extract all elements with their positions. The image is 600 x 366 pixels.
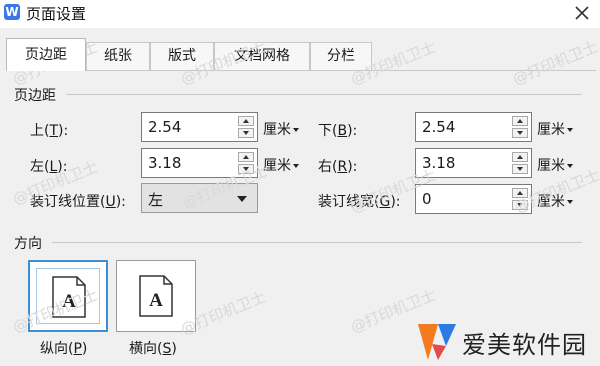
right-margin-value[interactable]: 3.18 xyxy=(422,154,455,172)
tab-margins[interactable]: 页边距 xyxy=(6,38,86,71)
top-margin-spinbox[interactable]: 2.54 xyxy=(141,112,258,142)
tab-divider xyxy=(6,70,596,71)
increment-button[interactable] xyxy=(238,116,254,126)
left-margin-unit-dropdown[interactable]: 厘米 xyxy=(263,155,299,175)
increment-button[interactable] xyxy=(238,152,254,162)
gutter-width-value[interactable]: 0 xyxy=(422,190,432,208)
title-bar: W 页面设置 xyxy=(0,0,600,28)
gutter-position-value: 左 xyxy=(148,191,164,209)
gutter-position-label: 装订线位置(U): xyxy=(30,194,126,210)
increment-button[interactable] xyxy=(512,188,528,198)
tab-columns[interactable]: 分栏 xyxy=(310,42,372,70)
brand-logo-icon xyxy=(418,324,456,360)
left-margin-value[interactable]: 3.18 xyxy=(148,154,181,172)
bottom-margin-spinbox[interactable]: 2.54 xyxy=(415,112,532,142)
svg-text:A: A xyxy=(149,290,163,311)
tab-document-grid[interactable]: 文档网格 xyxy=(214,42,310,70)
top-margin-unit-dropdown[interactable]: 厘米 xyxy=(263,119,299,139)
chevron-down-icon xyxy=(237,196,247,202)
top-margin-value[interactable]: 2.54 xyxy=(148,118,181,136)
decrement-button[interactable] xyxy=(238,128,254,138)
gutter-width-unit-dropdown[interactable]: 厘米 xyxy=(537,191,573,211)
margins-section-title: 页边距 xyxy=(14,88,56,104)
orientation-section-title: 方向 xyxy=(14,236,42,252)
increment-button[interactable] xyxy=(512,116,528,126)
portrait-page-icon: A xyxy=(52,276,86,318)
chevron-down-icon xyxy=(567,164,573,168)
watermark-text: @打印机卫士 xyxy=(510,37,600,89)
margins-section-rule xyxy=(66,94,582,95)
tab-layout[interactable]: 版式 xyxy=(150,42,214,70)
tab-paper[interactable]: 纸张 xyxy=(86,42,150,70)
chevron-down-icon xyxy=(567,200,573,204)
svg-text:A: A xyxy=(62,291,76,312)
decrement-button[interactable] xyxy=(512,128,528,138)
chevron-down-icon xyxy=(293,128,299,132)
right-margin-label: 右(R): xyxy=(318,159,358,175)
bottom-margin-unit-dropdown[interactable]: 厘米 xyxy=(537,119,573,139)
left-margin-spinbox[interactable]: 3.18 xyxy=(141,148,258,178)
gutter-position-select[interactable]: 左 xyxy=(141,183,258,213)
brand-watermark: 爱美软件园 xyxy=(412,318,600,366)
bottom-margin-label: 下(B): xyxy=(318,123,358,139)
decrement-button[interactable] xyxy=(512,200,528,210)
bottom-margin-value[interactable]: 2.54 xyxy=(422,118,455,136)
portrait-button[interactable]: A xyxy=(28,260,108,332)
gutter-width-label: 装订线宽(G): xyxy=(318,194,401,210)
orientation-section-rule xyxy=(52,242,582,243)
increment-button[interactable] xyxy=(512,152,528,162)
dialog-title: 页面设置 xyxy=(26,5,87,23)
portrait-label: 纵向(P) xyxy=(40,341,88,357)
right-margin-spinbox[interactable]: 3.18 xyxy=(415,148,532,178)
wps-app-icon: W xyxy=(4,4,20,20)
brand-name: 爱美软件园 xyxy=(462,331,587,359)
close-icon xyxy=(575,6,589,20)
chevron-down-icon xyxy=(293,164,299,168)
decrement-button[interactable] xyxy=(512,164,528,174)
chevron-down-icon xyxy=(567,128,573,132)
close-button[interactable] xyxy=(572,3,592,23)
right-margin-unit-dropdown[interactable]: 厘米 xyxy=(537,155,573,175)
decrement-button[interactable] xyxy=(238,164,254,174)
gutter-width-spinbox[interactable]: 0 xyxy=(415,184,532,214)
left-margin-label: 左(L): xyxy=(30,159,68,175)
landscape-label: 横向(S) xyxy=(129,341,177,357)
landscape-page-icon: A xyxy=(139,275,173,317)
top-margin-label: 上(T): xyxy=(30,123,69,139)
landscape-button[interactable]: A xyxy=(116,260,196,332)
